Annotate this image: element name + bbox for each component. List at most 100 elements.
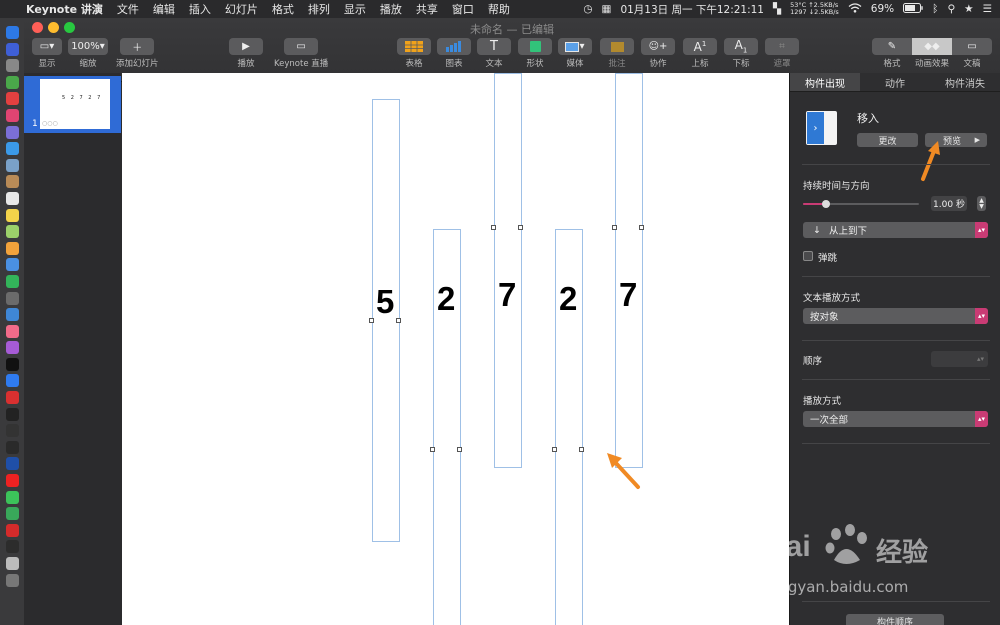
menu-share[interactable]: 共享 <box>416 1 438 17</box>
keynote-live-button[interactable]: ▭ <box>284 38 319 55</box>
resize-handle[interactable] <box>552 447 557 452</box>
keynote-live-tool[interactable]: ▭ Keynote 直播 <box>274 38 328 69</box>
slide-thumbnail-selected[interactable]: 5 2 7 2 7 1 ○○○ <box>24 76 121 133</box>
menu-window[interactable]: 窗口 <box>452 1 474 17</box>
direction-popup[interactable]: ↓ 从上到下 ▴▾ <box>803 222 988 238</box>
build-order-button[interactable]: 构件顺序 <box>846 614 944 625</box>
app-store-icon[interactable] <box>5 374 19 388</box>
tab-action[interactable]: 动作 <box>860 73 930 91</box>
resize-handle[interactable] <box>518 225 523 230</box>
preview-icon[interactable] <box>5 158 19 172</box>
launchpad-icon[interactable] <box>5 42 19 56</box>
view-menu-button[interactable]: ▭▾ <box>32 38 62 55</box>
facetime-icon[interactable] <box>5 274 19 288</box>
chrome-icon[interactable] <box>5 92 19 106</box>
resize-handle[interactable] <box>612 225 617 230</box>
duration-stepper[interactable]: ▲ ▼ <box>977 196 986 211</box>
add-slide-button[interactable]: ＋ <box>120 38 155 55</box>
document-icon[interactable] <box>5 557 19 570</box>
bounce-checkbox[interactable] <box>803 251 813 261</box>
terminal-icon[interactable] <box>5 407 19 421</box>
add-slide-tool[interactable]: ＋ 添加幻灯片 <box>116 38 159 69</box>
document-tab-button[interactable]: ▭ <box>952 38 992 55</box>
datetime[interactable]: 01月13日 周一 下午12:21:11 <box>620 2 764 17</box>
safari-icon[interactable] <box>5 142 19 156</box>
superscript-tool[interactable]: A1 上标 <box>683 38 717 69</box>
duration-field[interactable]: 1.00 秒 <box>931 196 967 211</box>
clock-sync-icon[interactable]: ◷ <box>583 3 592 15</box>
text-tool[interactable]: T 文本 <box>477 38 511 69</box>
menu-format[interactable]: 格式 <box>272 1 294 17</box>
music-icon[interactable] <box>5 324 19 338</box>
media-button[interactable]: ▾ <box>558 38 592 55</box>
wechat-work-icon[interactable] <box>5 507 19 521</box>
wechat-icon[interactable] <box>5 490 19 504</box>
menu-slide[interactable]: 幻灯片 <box>225 1 258 17</box>
subscript-button[interactable]: A1 <box>724 38 758 55</box>
mask-tool[interactable]: ⌗ 遮罩 <box>765 38 799 69</box>
text-button[interactable]: T <box>477 38 511 55</box>
play-button[interactable]: ▶ <box>229 38 263 55</box>
collaborate-button[interactable]: ☺+ <box>641 38 675 55</box>
vpn-icon[interactable] <box>5 457 19 471</box>
resize-handle[interactable] <box>457 447 462 452</box>
net-monitor[interactable]: 53°C ↑2.5KB/s 1297 ↓2.5KB/s <box>790 2 839 16</box>
battery-percent[interactable]: 69% <box>871 3 894 15</box>
resize-handle[interactable] <box>491 225 496 230</box>
resize-handle[interactable] <box>639 225 644 230</box>
rocket-icon[interactable] <box>5 59 19 73</box>
vivaldi-icon[interactable] <box>5 391 19 405</box>
menu-play[interactable]: 播放 <box>380 1 402 17</box>
duration-slider-knob[interactable] <box>822 200 831 208</box>
chart-button[interactable] <box>437 38 471 55</box>
superscript-button[interactable]: A1 <box>683 38 717 55</box>
final-cut-icon[interactable] <box>5 540 19 554</box>
chart-tool[interactable]: 图表 <box>437 38 471 69</box>
spotlight-icon[interactable]: ⚲ <box>947 3 955 15</box>
wifi-icon[interactable] <box>848 2 862 16</box>
control-center-icon[interactable]: ☰ <box>983 3 992 15</box>
activity-monitor-icon[interactable] <box>5 424 19 438</box>
maps-icon[interactable] <box>5 225 19 239</box>
comment-tool[interactable]: 批注 <box>600 38 634 69</box>
change-effect-button[interactable]: 更改 <box>857 133 918 147</box>
order-popup[interactable]: ▴▾ <box>931 351 988 367</box>
table-button[interactable] <box>397 38 431 55</box>
bluetooth-icon[interactable]: ᛒ <box>932 3 938 15</box>
shape-tool[interactable]: 形状 <box>518 38 552 69</box>
yandex-icon[interactable] <box>5 474 19 488</box>
android-icon[interactable] <box>5 75 19 89</box>
calendar-app-icon[interactable] <box>5 191 19 205</box>
subscript-tool[interactable]: A1 下标 <box>724 38 758 69</box>
stepper-down-icon[interactable]: ▼ <box>979 203 984 210</box>
table-tool[interactable]: 表格 <box>397 38 431 69</box>
effect-preview-thumbnail[interactable]: › <box>806 111 837 145</box>
resize-handle[interactable] <box>396 318 401 323</box>
resize-handle[interactable] <box>579 447 584 452</box>
grid-app-icon[interactable]: ▚ <box>773 3 781 15</box>
text-delivery-popup[interactable]: 按对象 ▴▾ <box>803 308 988 324</box>
podcasts-icon[interactable] <box>5 341 19 355</box>
console-icon[interactable] <box>5 440 19 454</box>
photos-icon[interactable] <box>5 241 19 255</box>
playback-popup[interactable]: 一次全部 ▴▾ <box>803 411 988 427</box>
zoom-tool[interactable]: 100% ▾ 缩放 <box>68 38 108 69</box>
keynote-icon[interactable] <box>5 308 19 322</box>
netease-music-icon[interactable] <box>5 523 19 537</box>
system-icon[interactable] <box>5 125 19 139</box>
resize-handle[interactable] <box>369 318 374 323</box>
menu-arrange[interactable]: 排列 <box>308 1 330 17</box>
calendar-icon[interactable]: ▦ <box>602 3 612 15</box>
notes-icon[interactable] <box>5 208 19 222</box>
collaborate-tool[interactable]: ☺+ 协作 <box>641 38 675 69</box>
resize-handle[interactable] <box>430 447 435 452</box>
play-tool[interactable]: ▶ 播放 <box>229 38 263 69</box>
mask-button[interactable]: ⌗ <box>765 38 799 55</box>
duration-slider[interactable] <box>803 200 919 208</box>
text-box-7a[interactable] <box>494 73 522 468</box>
shape-button[interactable] <box>518 38 552 55</box>
notification-star-icon[interactable]: ★ <box>964 3 973 15</box>
animate-tab-button[interactable]: ◆◆ <box>912 38 952 55</box>
slide-canvas[interactable]: 5 2 7 2 7 <box>122 73 789 625</box>
format-tab-button[interactable]: ✎ <box>872 38 912 55</box>
